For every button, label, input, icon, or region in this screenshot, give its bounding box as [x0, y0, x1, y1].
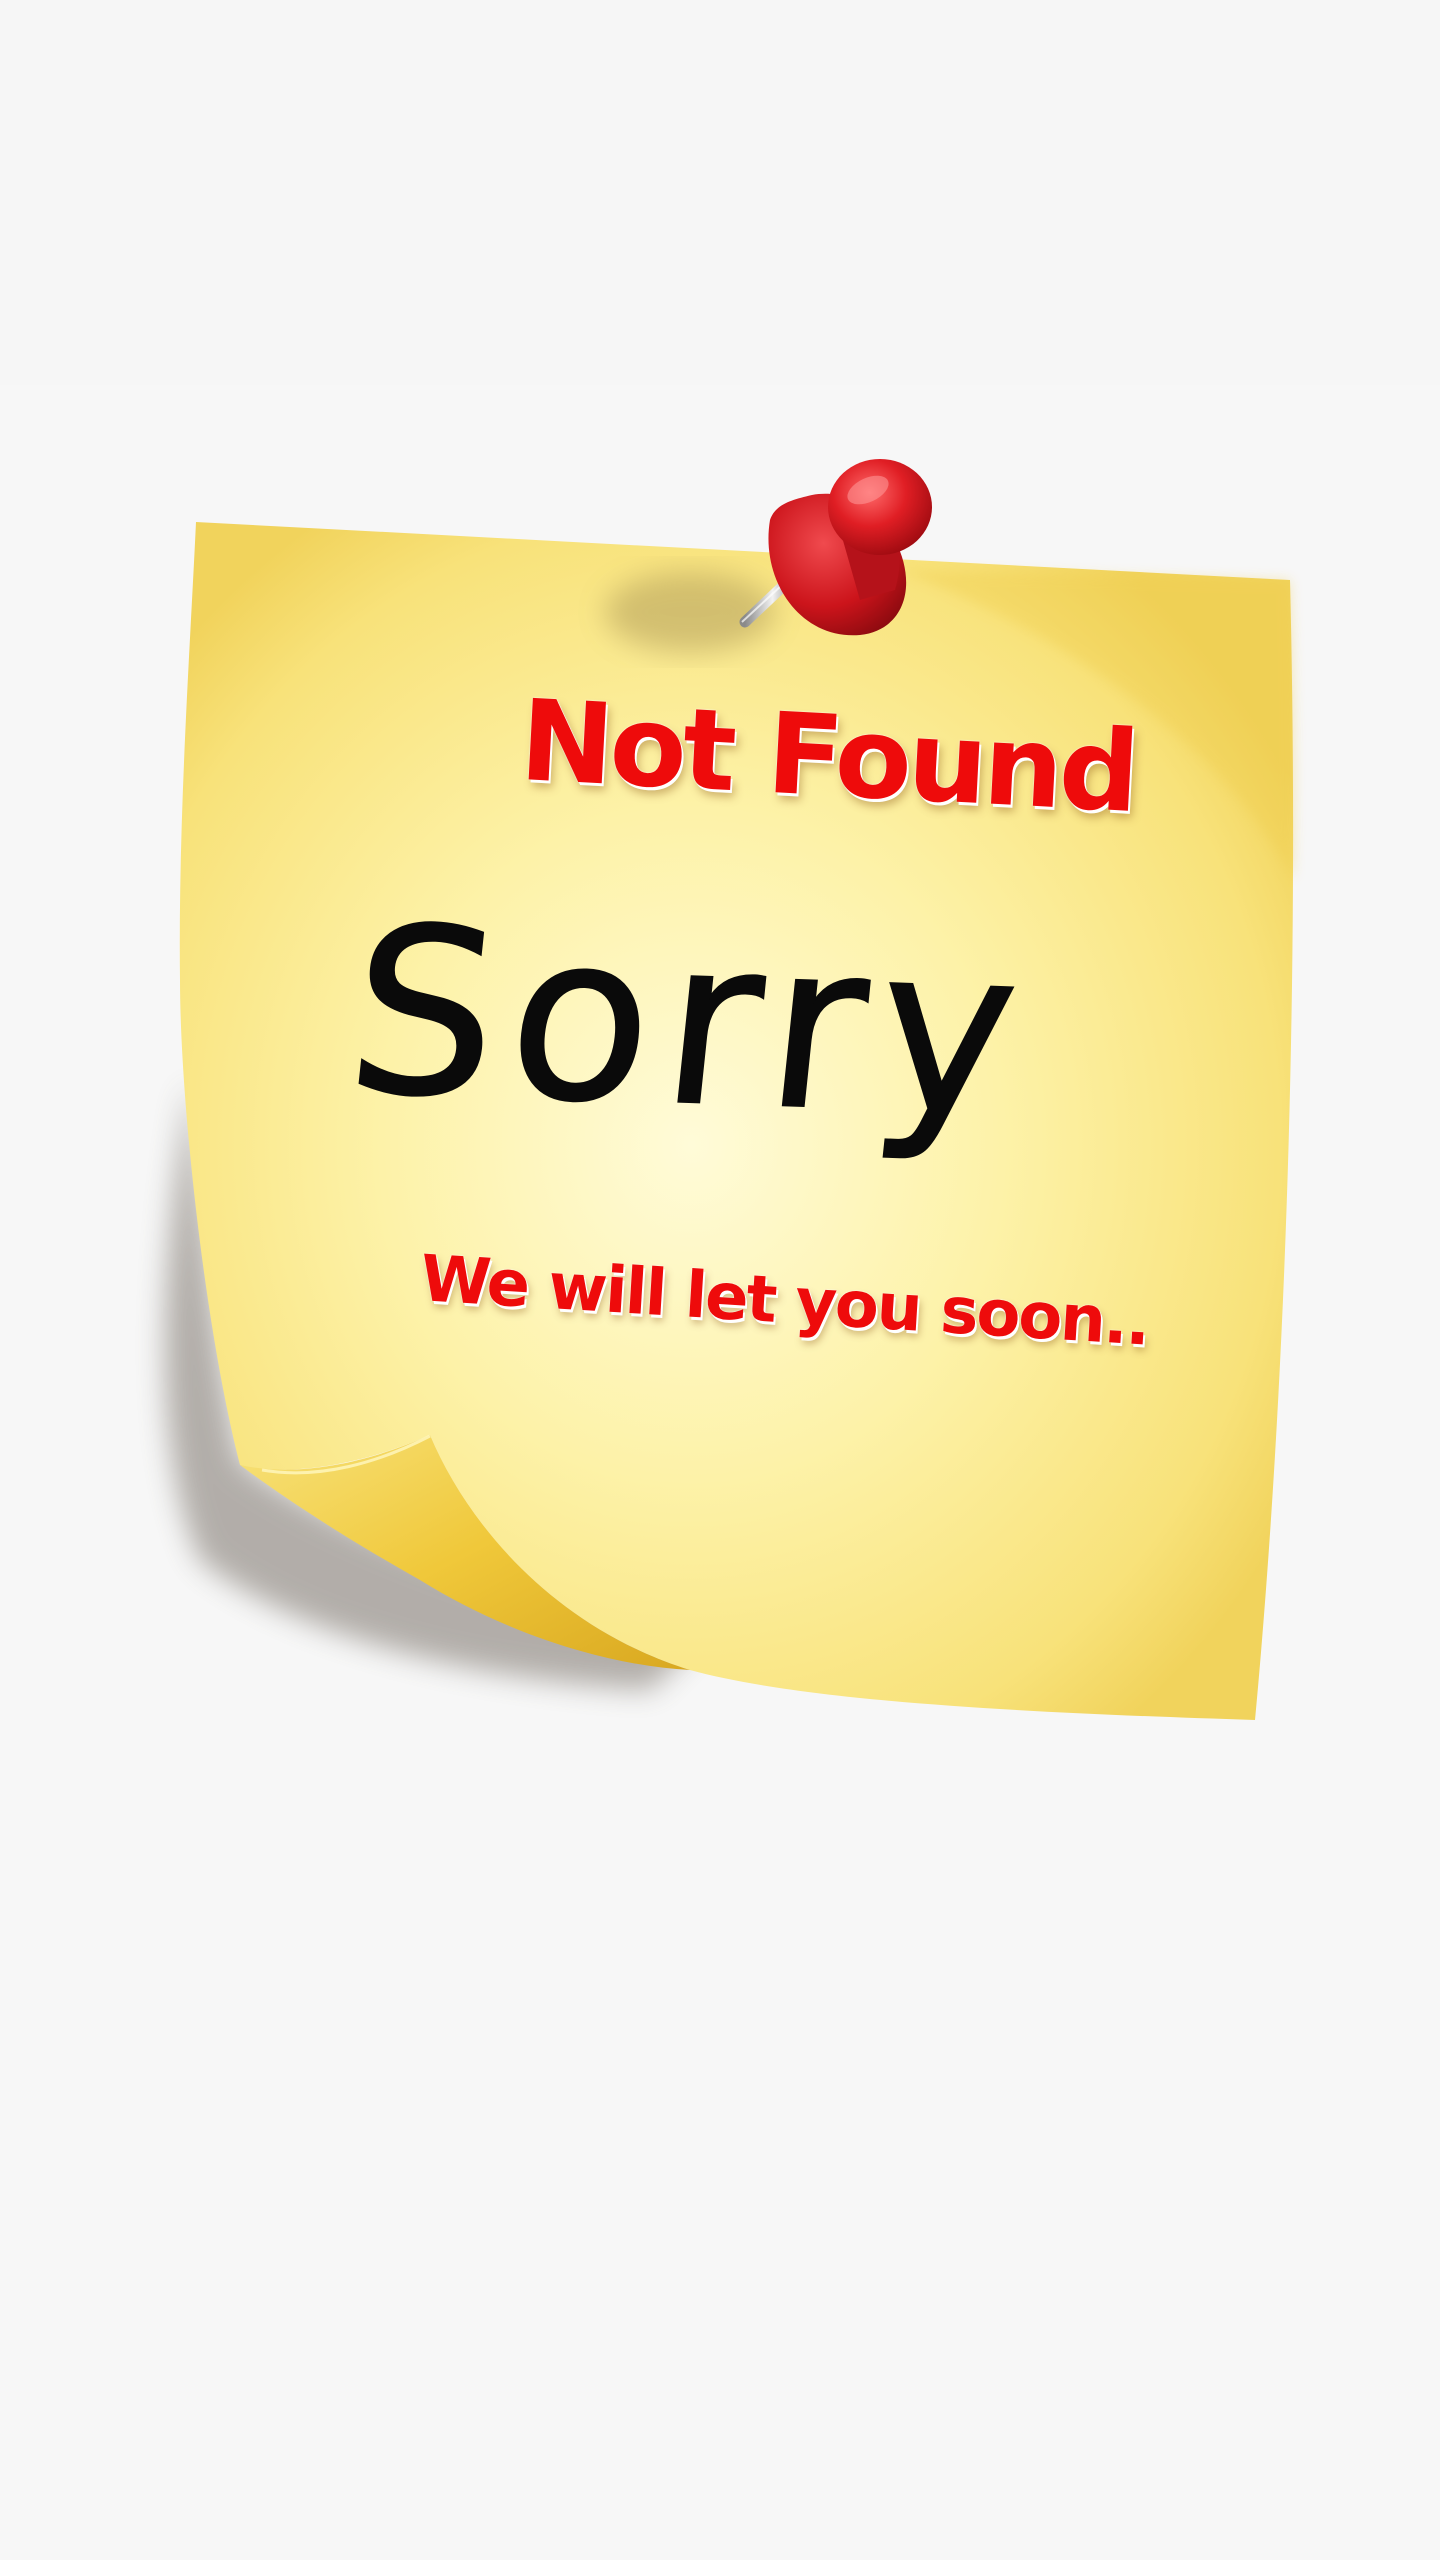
sorry-heading: Sorry	[336, 878, 1043, 1170]
not-found-screen: Not Found Sorry We will let you soon..	[0, 0, 1440, 2560]
